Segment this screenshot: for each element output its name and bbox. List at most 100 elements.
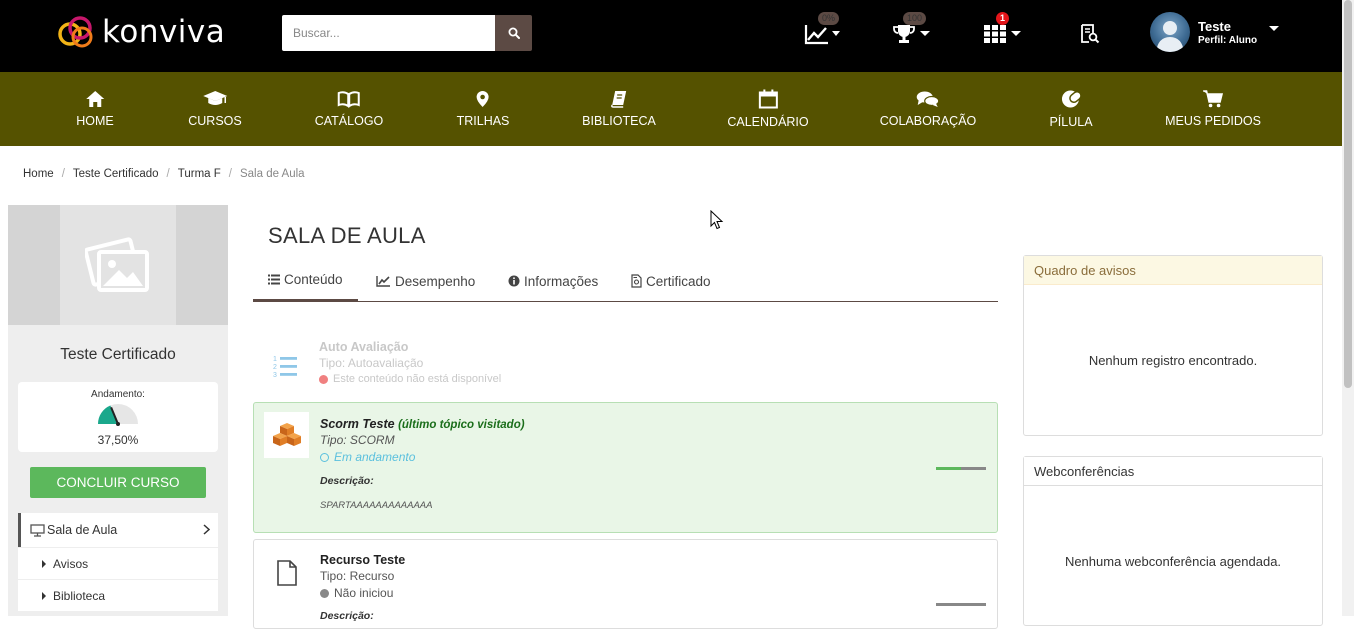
breadcrumb-course[interactable]: Teste Certificado	[73, 168, 159, 180]
content-title: Recurso Teste	[320, 553, 406, 567]
search-icon	[508, 27, 520, 39]
scrollbar-thumb[interactable]	[1344, 0, 1352, 388]
course-title: Teste Certificado	[60, 346, 176, 363]
progress-box: Andamento: 37,50%	[18, 382, 218, 452]
apps-grid-icon	[984, 25, 1006, 43]
svg-text:1: 1	[273, 356, 277, 363]
chevron-right-icon	[203, 524, 210, 535]
main-nav: HOME CURSOS CATÁLOGO TRILHAS BIBLIOTECA …	[0, 72, 1342, 146]
nav-colaboracao[interactable]: COLABORAÇÃO	[880, 72, 976, 146]
content-type: Tipo: Autoavaliação	[319, 356, 424, 370]
list-icon	[268, 274, 280, 285]
nav-calendario[interactable]: CALENDÁRIO	[727, 72, 809, 146]
caret-right-icon	[42, 559, 46, 568]
logo-text: konviva	[102, 14, 226, 50]
side-menu-classroom[interactable]: Sala de Aula	[18, 513, 218, 547]
breadcrumb-current: Sala de Aula	[239, 168, 305, 180]
pill-icon	[1061, 90, 1082, 108]
content-title[interactable]: Scorm Teste (último tópico visitado)	[320, 417, 525, 431]
report-search-button[interactable]	[1080, 16, 1100, 52]
numbered-list-icon: 1 2 3	[273, 356, 297, 379]
side-menu: Sala de Aula Avisos Biblioteca	[18, 513, 218, 611]
nav-catalogo[interactable]: CATÁLOGO	[315, 72, 383, 146]
user-role: Perfil: Aluno	[1198, 34, 1258, 46]
report-search-icon	[1081, 24, 1100, 44]
svg-text:3: 3	[273, 372, 277, 379]
calendar-icon	[758, 89, 778, 109]
trophy-icon	[893, 25, 915, 43]
home-icon	[86, 91, 104, 107]
nav-meus-pedidos[interactable]: MEUS PEDIDOS	[1165, 72, 1261, 146]
content-type: Tipo: Recurso	[320, 569, 395, 583]
map-marker-icon	[476, 91, 489, 107]
breadcrumb: Home / Teste Certificado / Turma F / Sal…	[23, 168, 305, 180]
description-label: Descrição:	[320, 610, 374, 622]
logo-rings-icon	[58, 16, 93, 48]
certificate-icon	[631, 274, 642, 288]
content-progress-bar	[936, 603, 986, 606]
comments-icon	[917, 91, 940, 107]
monitor-icon	[30, 523, 45, 537]
konviva-logo[interactable]: konviva	[56, 14, 225, 50]
page-scrollbar[interactable]	[1342, 0, 1354, 616]
avatar	[1150, 12, 1190, 52]
book-open-icon	[338, 91, 360, 108]
nav-pilula[interactable]: PÍLULA	[1049, 72, 1093, 146]
top-bar: konviva 0% 100	[0, 0, 1342, 72]
content-status: Este conteúdo não está disponível	[319, 373, 501, 385]
performance-badge: 0%	[818, 12, 840, 25]
breadcrumb-home[interactable]: Home	[23, 168, 54, 180]
trophy-badge: 100	[903, 12, 927, 25]
notice-board-panel: Quadro de avisos Nenhum registro encontr…	[1023, 255, 1323, 436]
mouse-cursor-icon	[710, 210, 724, 230]
side-menu-avisos[interactable]: Avisos	[18, 547, 218, 579]
caret-down-icon	[920, 31, 930, 36]
progress-label: Andamento:	[91, 389, 145, 400]
nav-home[interactable]: HOME	[76, 72, 114, 146]
nav-cursos[interactable]: CURSOS	[188, 72, 242, 146]
achievements-menu[interactable]: 100	[893, 12, 930, 52]
apps-menu[interactable]: 1	[984, 12, 1021, 52]
tab-informacoes[interactable]: Informações	[508, 260, 598, 302]
nav-trilhas[interactable]: TRILHAS	[457, 72, 509, 146]
user-menu[interactable]: Teste Perfil: Aluno	[1150, 12, 1280, 52]
info-circle-icon	[508, 275, 520, 287]
caret-down-icon	[1011, 31, 1021, 36]
search-box	[282, 15, 532, 51]
nav-biblioteca[interactable]: BIBLIOTECA	[582, 72, 656, 146]
user-name: Teste	[1198, 18, 1231, 34]
content-item-auto-avaliacao: 1 2 3 Auto Avaliação Tipo: Autoavaliação…	[253, 333, 998, 395]
cart-icon	[1202, 90, 1223, 108]
user-silhouette-icon	[1156, 21, 1184, 52]
last-visited-note: (último tópico visitado)	[398, 419, 525, 431]
boxes-icon	[272, 423, 301, 446]
webconference-empty: Nenhuma webconferência agendada.	[1064, 553, 1282, 569]
status-dot	[320, 588, 329, 598]
search-button[interactable]	[495, 15, 532, 51]
description-label: Descrição:	[320, 475, 374, 487]
notice-board-title: Quadro de avisos	[1024, 256, 1322, 285]
content-title: Auto Avaliação	[319, 340, 409, 354]
content-item-scorm[interactable]: Scorm Teste (último tópico visitado) Tip…	[253, 402, 998, 533]
tab-certificado[interactable]: Certificado	[631, 260, 711, 302]
status-dot	[320, 452, 329, 462]
performance-menu[interactable]: 0%	[804, 12, 840, 52]
notice-board-empty: Nenhum registro encontrado.	[1088, 352, 1258, 368]
tab-conteudo[interactable]: Conteúdo	[253, 260, 358, 302]
breadcrumb-class[interactable]: Turma F	[178, 168, 221, 180]
file-icon	[277, 560, 297, 586]
progress-value: 37,50%	[97, 433, 139, 447]
finish-course-button[interactable]: CONCLUIR CURSO	[30, 467, 206, 498]
status-dot	[319, 374, 328, 384]
content-type: Tipo: SCORM	[320, 433, 395, 447]
search-input[interactable]	[282, 15, 495, 51]
side-menu-classroom-label: Sala de Aula	[47, 523, 118, 537]
content-progress-fill	[936, 467, 961, 470]
graduation-cap-icon	[202, 91, 227, 105]
side-menu-biblioteca[interactable]: Biblioteca	[18, 579, 218, 611]
caret-right-icon	[42, 591, 46, 600]
caret-down-icon	[832, 31, 840, 36]
tab-desempenho[interactable]: Desempenho	[376, 260, 475, 302]
apps-badge: 1	[996, 12, 1010, 25]
content-progress-bar	[936, 467, 986, 470]
